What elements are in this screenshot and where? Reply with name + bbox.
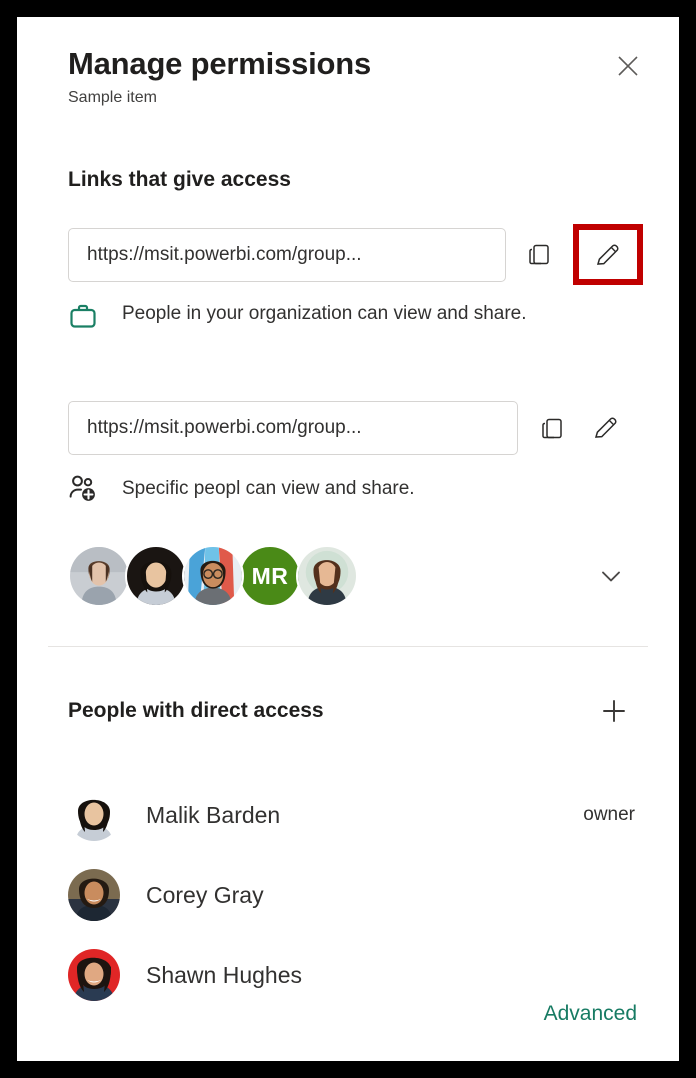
copy-icon[interactable] — [530, 406, 574, 450]
link-block-1: https://msit.powerbi.com/group... People… — [68, 224, 643, 335]
permission-description-2: Specific peopl can view and share. — [68, 472, 643, 506]
shared-avatars-row: MR — [68, 545, 643, 607]
person-name: Corey Gray — [146, 882, 264, 908]
link-row-1: https://msit.powerbi.com/group... — [68, 224, 643, 285]
link-url-field-1[interactable]: https://msit.powerbi.com/group... — [68, 227, 507, 282]
direct-access-heading: People with direct access — [68, 699, 324, 722]
manage-permissions-panel: Manage permissions Sample item Links tha… — [17, 17, 679, 1061]
title-row: Manage permissions Sample item — [68, 45, 645, 108]
person-name: Shawn Hughes — [146, 962, 302, 988]
list-item[interactable]: Corey Gray — [68, 855, 643, 935]
chevron-down-icon[interactable] — [589, 554, 633, 598]
person-name: Malik Barden — [146, 802, 281, 828]
direct-access-header: People with direct access — [68, 691, 643, 731]
advanced-link[interactable]: Advanced — [544, 1002, 637, 1026]
list-item[interactable]: Malik Barden owner — [68, 775, 643, 855]
avatar[interactable] — [68, 545, 130, 607]
permission-text-1: People in your organization can view and… — [122, 303, 527, 324]
pencil-icon-highlighted[interactable] — [572, 224, 643, 285]
links-section-heading: Links that give access — [68, 168, 291, 191]
advanced-row: Advanced — [68, 1002, 643, 1026]
header-text-group: Manage permissions Sample item — [68, 45, 371, 108]
page-title: Manage permissions — [68, 46, 372, 81]
avatar-stack: MR — [68, 545, 358, 607]
avatar[interactable] — [296, 545, 358, 607]
plus-icon[interactable] — [594, 691, 634, 731]
people-add-icon — [68, 472, 108, 506]
avatar-initials-text: MR — [251, 562, 289, 589]
link-row-2: https://msit.powerbi.com/group... — [68, 401, 643, 455]
direct-access-list: Malik Barden owner Corey Gray Shawn Hugh… — [68, 775, 643, 1015]
person-role: owner — [583, 804, 635, 825]
avatar — [68, 869, 120, 921]
avatar — [68, 949, 120, 1001]
link-block-2: https://msit.powerbi.com/group... Specif… — [68, 401, 643, 506]
avatar-initials[interactable]: MR — [239, 545, 301, 607]
copy-icon[interactable] — [518, 233, 561, 277]
pencil-icon[interactable] — [584, 406, 628, 450]
briefcase-icon — [68, 299, 108, 335]
close-icon[interactable] — [611, 49, 645, 83]
dialog-header: Manage permissions Sample item — [17, 17, 679, 108]
permission-description-1: People in your organization can view and… — [68, 299, 643, 335]
avatar — [68, 789, 120, 841]
annotated-screenshot-frame: Manage permissions Sample item Links tha… — [0, 0, 696, 1078]
avatar[interactable] — [125, 545, 187, 607]
section-divider — [48, 646, 648, 647]
item-subtitle: Sample item — [68, 89, 157, 106]
avatar[interactable] — [182, 545, 244, 607]
link-url-field-2[interactable]: https://msit.powerbi.com/group... — [68, 401, 518, 455]
permission-text-2: Specific peopl can view and share. — [122, 478, 415, 499]
